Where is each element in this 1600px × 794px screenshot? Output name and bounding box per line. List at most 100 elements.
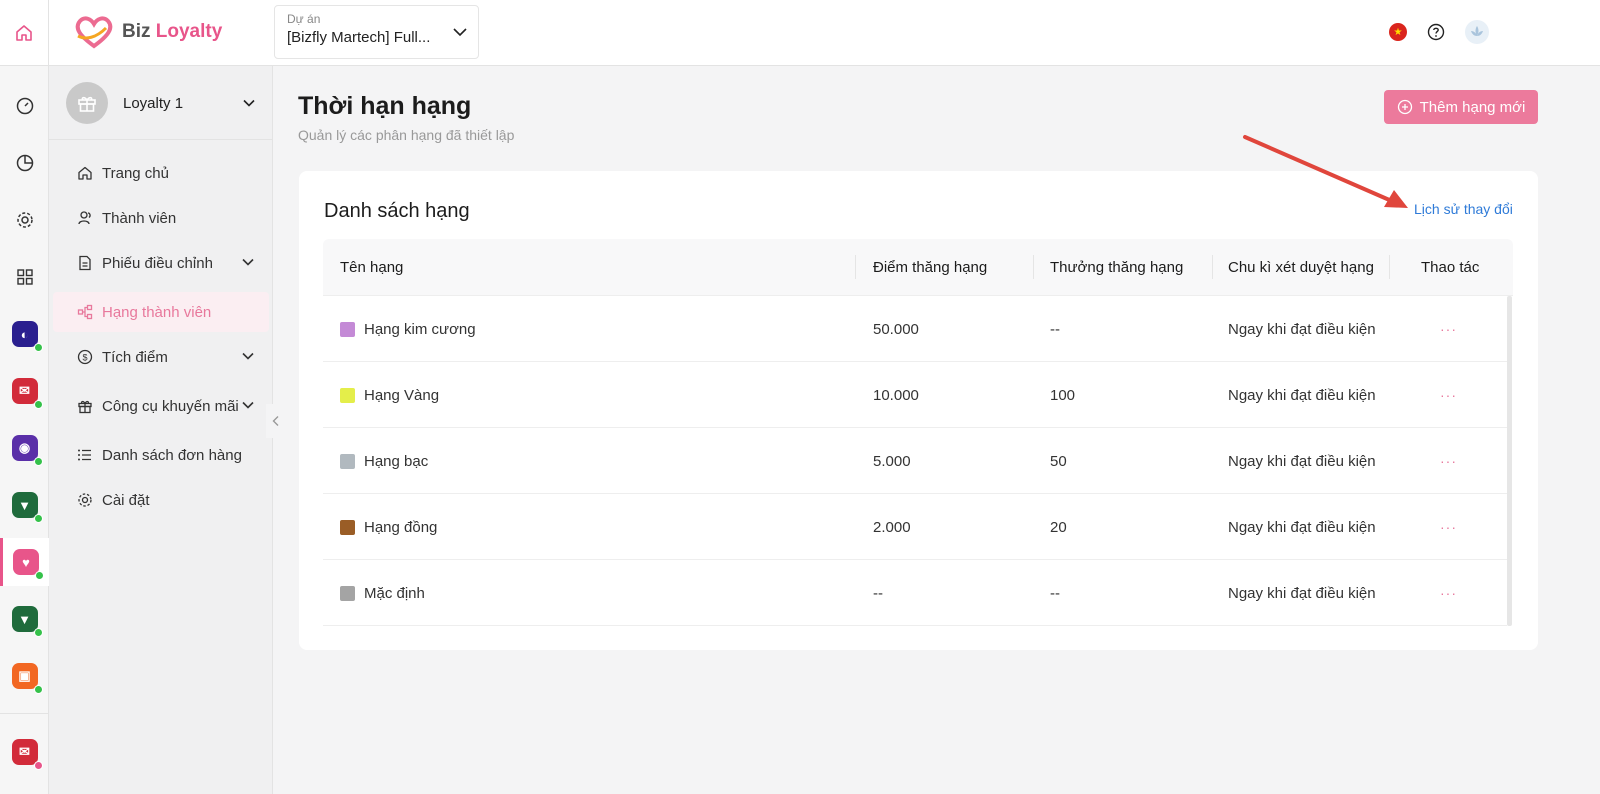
project-label: Dự án [287, 12, 321, 26]
table-row: Hạng kim cương 50.000 -- Ngay khi đạt đi… [323, 296, 1507, 362]
row-actions-menu[interactable]: ··· [1440, 560, 1457, 626]
rail-app-loyalty[interactable]: ♥ [0, 538, 49, 586]
sidebar-item-label: Phiếu điều chỉnh [102, 254, 213, 272]
row-actions-menu[interactable]: ··· [1440, 428, 1457, 494]
table-row: Hạng Vàng 10.000 100 Ngay khi đạt điều k… [323, 362, 1507, 428]
chevron-down-icon [243, 99, 255, 107]
help-icon[interactable] [1427, 23, 1445, 41]
add-tier-button-label: Thêm hạng mới [1419, 98, 1526, 116]
tier-name-cell: Mặc định [340, 560, 425, 626]
tier-points: -- [873, 584, 883, 602]
sidebar-item-label: Tích điểm [102, 348, 168, 366]
rail-app-cdp[interactable]: ◐ [0, 310, 49, 358]
hierarchy-icon [77, 304, 93, 320]
tier-reward: 100 [1050, 386, 1076, 404]
row-actions-menu[interactable]: ··· [1440, 296, 1457, 362]
sidebar-item-points[interactable]: $ Tích điểm [53, 337, 269, 377]
sidebar: Loyalty 1 Trang chủ Thành viên Phiếu điề… [49, 66, 273, 794]
column-divider [1212, 255, 1213, 279]
sidebar-item-promotions[interactable]: Công cụ khuyến mãi [53, 386, 269, 426]
logo-text-loyalty: Loyalty [155, 21, 223, 42]
column-divider [1033, 255, 1034, 279]
sidebar-item-members[interactable]: Thành viên [53, 198, 269, 238]
svg-text:$: $ [82, 353, 87, 363]
coin-icon: $ [77, 349, 93, 365]
chevron-down-icon [242, 352, 254, 360]
sidebar-collapse-button[interactable] [266, 404, 286, 438]
tier-reward: 20 [1050, 518, 1067, 536]
plus-circle-icon [1397, 99, 1412, 115]
row-actions-menu[interactable]: ··· [1440, 362, 1457, 428]
top-bar: Biz Loyalty Dự án [Bizfly Martech] Full.… [0, 0, 1600, 66]
chevron-down-icon [453, 28, 467, 37]
sidebar-item-home[interactable]: Trang chủ [53, 153, 269, 193]
tier-points: 10.000 [873, 386, 919, 404]
gift-icon [78, 96, 96, 112]
rail-app-automation[interactable]: ▼ [0, 481, 49, 529]
sidebar-item-orders[interactable]: Danh sách đơn hàng [53, 435, 269, 475]
tier-reward: -- [1050, 584, 1060, 602]
add-tier-button[interactable]: Thêm hạng mới [1384, 90, 1538, 124]
rail-app-email[interactable]: ✉ [0, 367, 49, 415]
email-add-app-icon: ✉ [11, 739, 43, 770]
rail-settings[interactable] [0, 196, 49, 244]
tier-color-swatch [340, 387, 355, 403]
sidebar-item-settings[interactable]: Cài đặt [53, 480, 269, 520]
users-icon [78, 211, 91, 225]
tier-list-card: Danh sách hạng Lịch sử thay đổi Tên hạng… [299, 171, 1538, 650]
rail-dashboard[interactable] [0, 82, 49, 130]
home-icon [78, 166, 92, 180]
chatbot-app-icon: ◉ [11, 435, 43, 466]
email-app-icon: ✉ [11, 378, 43, 409]
gear-icon [16, 212, 33, 228]
table-header: Tên hạng Điểm thăng hạng Thưởng thăng hạ… [323, 239, 1513, 296]
rail-app-automation-2[interactable]: ▼ [0, 595, 49, 643]
column-divider [855, 255, 856, 279]
sidebar-item-label: Hạng thành viên [102, 303, 212, 321]
logo-heart-icon [75, 16, 113, 49]
history-link[interactable]: Lịch sử thay đổi [1414, 201, 1513, 217]
app-logo[interactable]: Biz Loyalty [72, 14, 222, 50]
rail-add-app[interactable]: ✉ [0, 728, 49, 776]
rail-apps[interactable] [0, 253, 49, 301]
tier-color-swatch [340, 585, 355, 601]
tier-cycle: Ngay khi đạt điều kiện [1228, 584, 1376, 602]
column-header-actions: Thao tác [1421, 259, 1480, 276]
tier-cycle: Ngay khi đạt điều kiện [1228, 386, 1376, 404]
rail-reports[interactable] [0, 139, 49, 187]
tier-name-cell: Hạng kim cương [340, 296, 476, 362]
tier-name-cell: Hạng bạc [340, 428, 428, 494]
tier-points: 5.000 [873, 452, 911, 470]
chevron-down-icon [242, 258, 254, 266]
table-row: Hạng đồng 2.000 20 Ngay khi đạt điều kiệ… [323, 494, 1507, 560]
tier-cycle: Ngay khi đạt điều kiện [1228, 518, 1376, 536]
tier-color-swatch [340, 321, 355, 337]
user-avatar[interactable] [1465, 20, 1489, 44]
home-button[interactable] [0, 0, 49, 66]
row-actions-menu[interactable]: ··· [1440, 494, 1457, 560]
project-selector[interactable]: Dự án [Bizfly Martech] Full... [274, 5, 479, 59]
gear-icon [78, 493, 92, 507]
tier-color-swatch [340, 519, 355, 535]
sidebar-item-label: Cài đặt [102, 491, 150, 509]
cdp-app-icon: ◐ [11, 321, 43, 352]
table-row: Mặc định -- -- Ngay khi đạt điều kiện ··… [323, 560, 1507, 626]
grid-icon [16, 269, 33, 285]
gift-icon [78, 400, 92, 414]
pie-chart-icon [16, 154, 33, 172]
rail-app-chatbot[interactable]: ◉ [0, 424, 49, 472]
vn-flag-icon[interactable]: ★ [1389, 23, 1407, 41]
card-title: Danh sách hạng [324, 200, 470, 222]
sidebar-item-adjustment[interactable]: Phiếu điều chỉnh [53, 243, 269, 283]
rail-app-shop[interactable]: ▣ [0, 652, 49, 700]
logo-text-biz: Biz [122, 21, 151, 42]
tier-reward: 50 [1050, 452, 1067, 470]
sidebar-item-tiers[interactable]: Hạng thành viên [53, 292, 269, 332]
table-scrollbar[interactable] [1507, 296, 1512, 626]
column-header-points: Điểm thăng hạng [873, 259, 988, 276]
table-row: Hạng bạc 5.000 50 Ngay khi đạt điều kiện… [323, 428, 1507, 494]
tier-name-cell: Hạng Vàng [340, 362, 439, 428]
tier-name-cell: Hạng đồng [340, 494, 437, 560]
org-switcher[interactable]: Loyalty 1 [49, 66, 273, 140]
column-divider [1389, 255, 1390, 279]
